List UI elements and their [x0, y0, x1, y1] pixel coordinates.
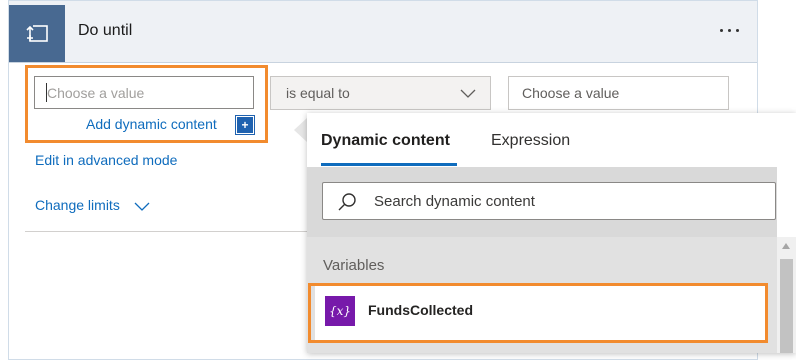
right-value-input[interactable]: Choose a value	[508, 76, 729, 110]
tab-expression[interactable]: Expression	[491, 132, 570, 150]
more-dot-icon	[727, 28, 731, 32]
active-tab-indicator	[321, 163, 457, 166]
search-input[interactable]	[374, 183, 764, 219]
more-options-button[interactable]	[709, 19, 749, 41]
text-caret	[46, 83, 47, 102]
operator-select[interactable]: is equal to	[270, 76, 491, 110]
section-title: Variables	[323, 257, 385, 274]
edit-advanced-mode-link[interactable]: Edit in advanced mode	[35, 152, 177, 168]
tab-dynamic-content[interactable]: Dynamic content	[321, 132, 450, 150]
more-dot-icon	[735, 28, 739, 32]
search-area	[307, 167, 777, 237]
loop-icon	[9, 5, 65, 62]
card-header[interactable]: Do until	[9, 1, 757, 63]
scrollbar[interactable]	[777, 237, 796, 353]
more-dot-icon	[719, 28, 723, 32]
change-limits-label: Change limits	[35, 197, 120, 213]
variable-highlight	[308, 283, 768, 343]
scroll-up-icon[interactable]	[782, 243, 790, 249]
flyout-pointer	[294, 118, 307, 142]
scrollbar-thumb[interactable]	[780, 259, 793, 353]
add-dynamic-content-link[interactable]: Add dynamic content	[86, 116, 217, 132]
search-box[interactable]	[322, 182, 776, 220]
search-icon	[338, 193, 356, 211]
chevron-down-icon	[134, 202, 150, 212]
operator-value: is equal to	[286, 85, 350, 101]
add-dynamic-content-button[interactable]: +	[235, 115, 255, 135]
section-divider	[25, 231, 315, 232]
chevron-down-icon	[460, 89, 476, 98]
change-limits-link[interactable]: Change limits	[35, 197, 150, 213]
card-title: Do until	[78, 22, 133, 39]
left-value-input[interactable]	[34, 76, 254, 109]
